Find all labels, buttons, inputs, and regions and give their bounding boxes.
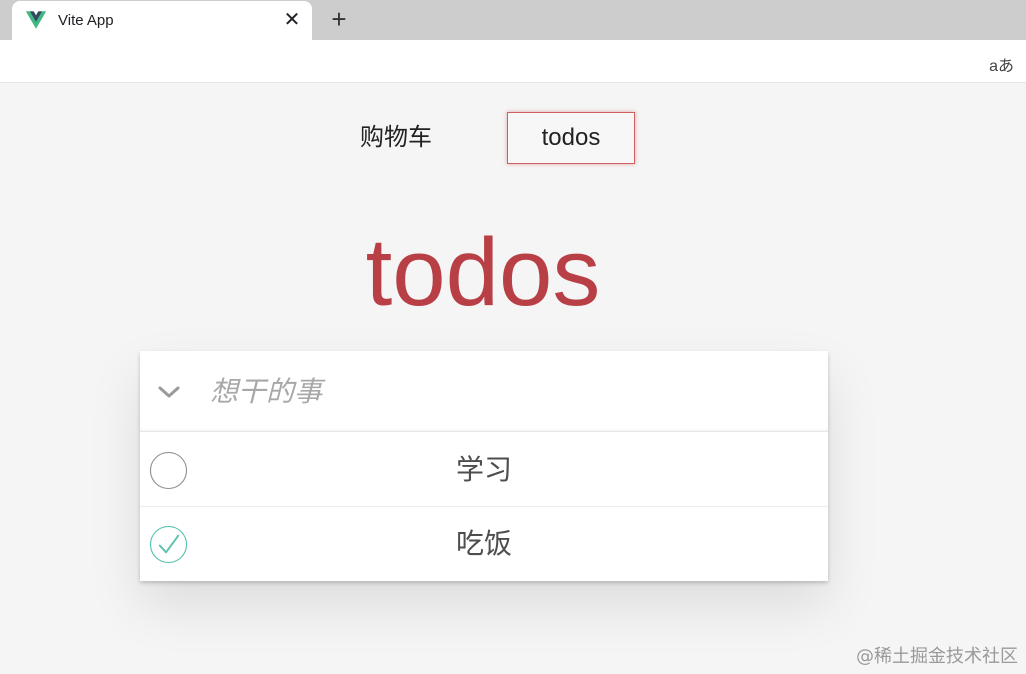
checked-circle-icon[interactable] (149, 525, 188, 564)
todo-label[interactable]: 吃饭 (200, 507, 768, 581)
nav-item-cart[interactable]: 购物车 (340, 112, 452, 164)
watermark: @稀土掘金技术社区 (856, 646, 1018, 667)
vue-logo-icon (26, 11, 46, 29)
browser-tab-bar: Vite App ✕ + (0, 0, 1026, 40)
todo-list: 学习 吃饭 (140, 433, 828, 581)
unchecked-circle-icon[interactable] (149, 451, 188, 490)
todo-item: 学习 (140, 433, 828, 507)
new-tab-button[interactable]: + (326, 6, 352, 33)
chevron-down-icon[interactable] (156, 379, 182, 405)
todo-app: 学习 吃饭 (140, 351, 828, 581)
tab-close-icon[interactable]: ✕ (282, 10, 302, 30)
tab-title: Vite App (58, 12, 114, 29)
todo-item: 吃饭 (140, 507, 828, 581)
new-todo-input[interactable] (210, 369, 810, 413)
page-title: todos (365, 219, 601, 326)
browser-toolbar: aあ (0, 40, 1026, 83)
nav-item-todos[interactable]: todos (507, 112, 635, 164)
todo-header (140, 351, 828, 432)
app-nav: 购物车 todos (0, 112, 1026, 164)
todo-label[interactable]: 学习 (200, 433, 768, 507)
translate-icon[interactable]: aあ (989, 52, 1014, 76)
browser-tab[interactable]: Vite App ✕ (12, 1, 312, 40)
